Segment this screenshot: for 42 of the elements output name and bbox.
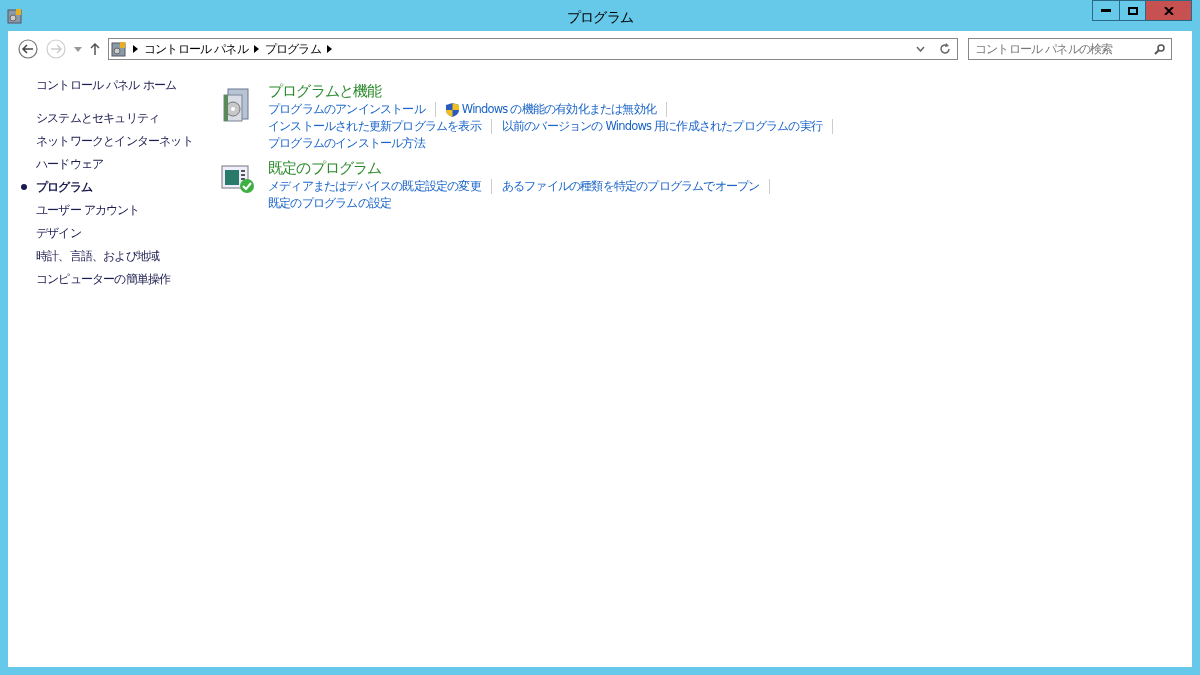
window-title: プログラム: [566, 8, 634, 27]
breadcrumb-arrow-icon[interactable]: [253, 45, 259, 53]
search-field[interactable]: コントロール パネルの検索: [968, 38, 1172, 60]
close-icon: [1163, 6, 1174, 15]
section-heading[interactable]: プログラムと機能: [268, 81, 382, 101]
minimize-icon: [1101, 8, 1111, 13]
dropdown-chevron-icon[interactable]: [916, 46, 925, 52]
sidebar-link[interactable]: プログラム: [36, 179, 92, 197]
sidebar-link[interactable]: システムとセキュリティ: [36, 110, 160, 128]
control-panel-icon[interactable]: [7, 7, 23, 24]
link[interactable]: あるファイルの種類を特定のプログラムでオープン: [501, 178, 760, 195]
sidebar-link[interactable]: 時計、言語、および地域: [36, 248, 160, 266]
maximize-icon: [1127, 6, 1138, 15]
breadcrumb[interactable]: プログラム: [264, 40, 321, 58]
sidebar-link[interactable]: ハードウェア: [36, 156, 104, 174]
section-heading[interactable]: 既定のプログラム: [268, 158, 382, 178]
sidebar-link[interactable]: ユーザー アカウント: [36, 202, 140, 220]
dropdown-caret-icon[interactable]: [74, 46, 82, 52]
refresh-icon[interactable]: [939, 43, 951, 55]
link[interactable]: プログラムのアンインストール: [268, 101, 425, 118]
sidebar-link[interactable]: デザイン: [36, 225, 81, 243]
link[interactable]: メディアまたはデバイスの既定設定の変更: [268, 178, 481, 195]
sidebar-link[interactable]: ネットワークとインターネット: [36, 133, 193, 151]
link[interactable]: インストールされた更新プログラムを表示: [268, 118, 481, 135]
address-bar[interactable]: コントロール パネル プログラム: [108, 38, 958, 60]
breadcrumb-arrow-icon[interactable]: [133, 45, 138, 53]
minimize-button[interactable]: [1092, 0, 1120, 21]
sidebar-link[interactable]: コントロール パネル ホーム: [36, 77, 177, 100]
shield-icon: [445, 102, 459, 117]
up-arrow-icon[interactable]: [90, 43, 100, 55]
close-button[interactable]: [1146, 0, 1192, 21]
breadcrumb[interactable]: コントロール パネル: [144, 40, 248, 58]
search-icon: [1154, 43, 1165, 55]
control-panel-icon: [111, 41, 127, 57]
window-checkmark-icon[interactable]: [221, 164, 255, 194]
link[interactable]: 既定のプログラムの設定: [268, 195, 392, 212]
sidebar-link[interactable]: コンピューターの簡単操作: [36, 271, 171, 289]
back-icon[interactable]: [18, 39, 38, 59]
link[interactable]: Windows の機能の有効化または無効化: [461, 101, 656, 118]
link[interactable]: プログラムのインストール方法: [268, 135, 425, 152]
breadcrumb-arrow-icon[interactable]: [326, 45, 332, 53]
link[interactable]: 以前のバージョンの Windows 用に作成されたプログラムの実行: [501, 118, 823, 135]
